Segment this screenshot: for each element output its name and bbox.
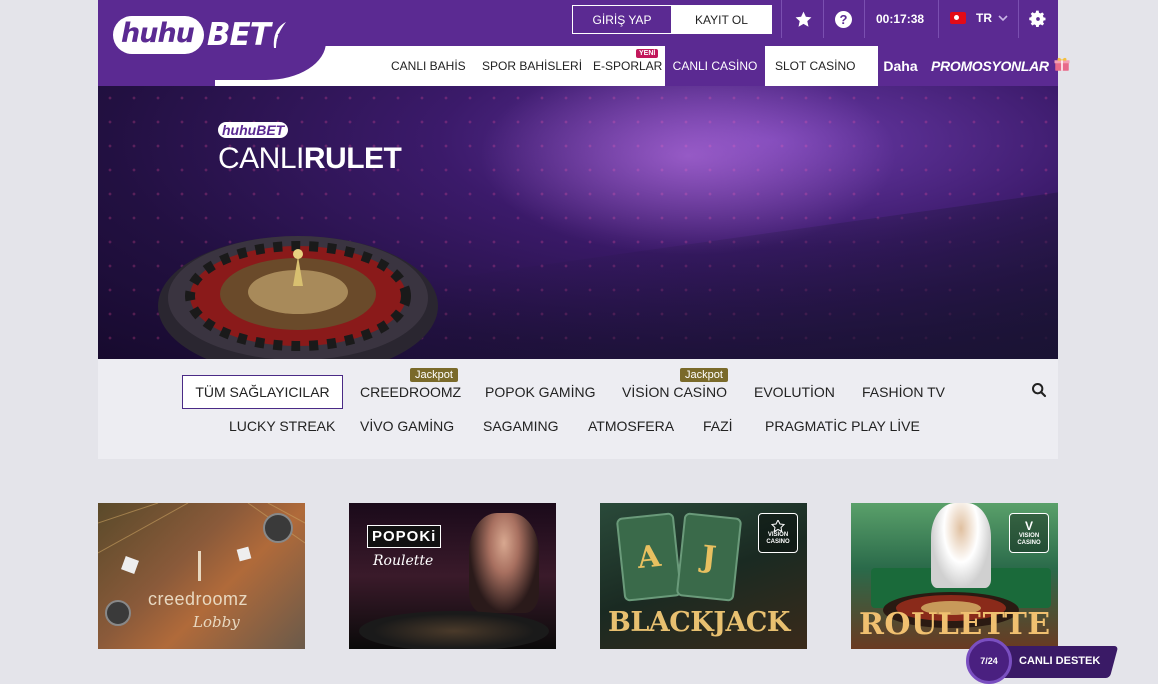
language-selector[interactable]: TR — [950, 11, 1008, 25]
game-title: BLACKJACK — [608, 607, 790, 638]
support-label: CANLI DESTEK — [1019, 655, 1101, 667]
roulette-wheel-icon — [158, 236, 438, 359]
provider-vivo-gaming[interactable]: VİVO GAMİNG — [360, 418, 454, 434]
roulette-wheel-icon — [359, 611, 549, 649]
game-subtitle: Lobby — [193, 613, 240, 631]
vision-v-icon: V — [1024, 518, 1033, 533]
provider-vision-casino[interactable]: VİSİON CASİNO — [622, 384, 727, 400]
divider — [781, 0, 782, 38]
star-icon[interactable] — [793, 9, 813, 29]
promotions-button[interactable]: PROMOSYONLAR — [920, 46, 1070, 86]
login-button[interactable]: GİRİŞ YAP — [572, 5, 672, 34]
provider-all[interactable]: TÜM SAĞLAYICILAR — [182, 375, 343, 409]
provider-fazi[interactable]: FAZİ — [703, 418, 733, 434]
vision-casino-logo: V VISION CASINO — [1009, 513, 1049, 553]
jackpot-badge: Jackpot — [680, 368, 728, 382]
game-title: ROULETTE — [859, 607, 1051, 642]
search-icon[interactable] — [1031, 382, 1047, 403]
nav-live-betting[interactable]: CANLI BAHİS — [391, 46, 466, 86]
nav-live-casino[interactable]: CANLI CASİNO — [665, 46, 765, 86]
provider-popok-gaming[interactable]: POPOK GAMİNG — [485, 384, 595, 400]
game-title: creedroomz — [148, 589, 249, 609]
language-label: TR — [976, 11, 992, 25]
dealer-image — [469, 513, 539, 613]
provider-lucky-streak[interactable]: LUCKY STREAK — [229, 418, 335, 434]
header-controls: GİRİŞ YAP KAYIT OL ? 00:17:38 TR CANLI B… — [98, 0, 1070, 86]
nav-slot-casino[interactable]: SLOT CASİNO — [775, 46, 855, 86]
game-card-popoki-roulette[interactable]: POPOKi Roulette — [349, 503, 556, 649]
star-icon — [771, 520, 785, 533]
gear-icon[interactable] — [1028, 9, 1048, 29]
live-support-button[interactable]: 7/24 CANLI DESTEK — [966, 638, 1119, 684]
divider — [1018, 0, 1019, 38]
provider-filter: TÜM SAĞLAYICILAR Jackpot CREEDROOMZ POPO… — [98, 359, 1058, 459]
provider-pragmatic-play-live[interactable]: PRAGMATİC PLAY LİVE — [765, 418, 920, 434]
game-card-creedroomz[interactable]: creedroomz Lobby — [98, 503, 305, 649]
hero-title-light: CANLI — [218, 142, 304, 175]
new-badge: YENİ — [636, 49, 659, 58]
promo-label: PROMOSYONLAR — [931, 58, 1049, 74]
playing-card: A — [615, 512, 683, 602]
support-hours: 7/24 — [980, 656, 998, 666]
headset-icon: 7/24 — [966, 638, 1012, 684]
game-card-vision-blackjack[interactable]: A J VISION CASINO BLACKJACK — [600, 503, 807, 649]
register-button[interactable]: KAYIT OL — [671, 5, 772, 34]
provider-creedroomz[interactable]: CREEDROOMZ — [360, 384, 461, 400]
divider — [938, 0, 939, 38]
turkey-flag-icon — [950, 12, 966, 24]
provider-atmosfera[interactable]: ATMOSFERA — [588, 418, 674, 434]
gift-icon — [1053, 55, 1071, 78]
hero-brand-text: huhuBET — [218, 122, 289, 138]
provider-sagaming[interactable]: SAGAMING — [483, 418, 558, 434]
hero-brand: huhuBET — [218, 122, 290, 138]
hero-title: CANLIRULET — [218, 142, 402, 176]
playing-card: J — [675, 512, 743, 602]
game-title: POPOKi — [367, 525, 442, 548]
hero-title-bold: RULET — [303, 142, 402, 175]
nav-sports-betting[interactable]: SPOR BAHİSLERİ — [482, 46, 582, 86]
provider-fashion-tv[interactable]: FASHİON TV — [862, 384, 945, 400]
nav-more[interactable]: Daha — [878, 46, 923, 86]
provider-name: VISION CASINO — [1017, 533, 1041, 546]
jackpot-badge: Jackpot — [410, 368, 458, 382]
vision-casino-logo: VISION CASINO — [758, 513, 798, 553]
divider — [864, 0, 865, 38]
game-card-vision-roulette[interactable]: V VISION CASINO ROULETTE — [851, 503, 1058, 649]
provider-evolution[interactable]: EVOLUTİON — [754, 384, 835, 400]
clock: 00:17:38 — [876, 12, 925, 26]
chevron-down-icon — [998, 11, 1008, 25]
divider — [823, 0, 824, 38]
hero-banner[interactable]: huhuBET CANLIRULET — [98, 86, 1058, 359]
provider-name: VISION CASINO — [766, 532, 790, 545]
help-icon[interactable]: ? — [835, 11, 852, 28]
promo-divider — [920, 46, 930, 86]
dealer-image — [931, 503, 991, 588]
game-subtitle: Roulette — [373, 553, 434, 569]
